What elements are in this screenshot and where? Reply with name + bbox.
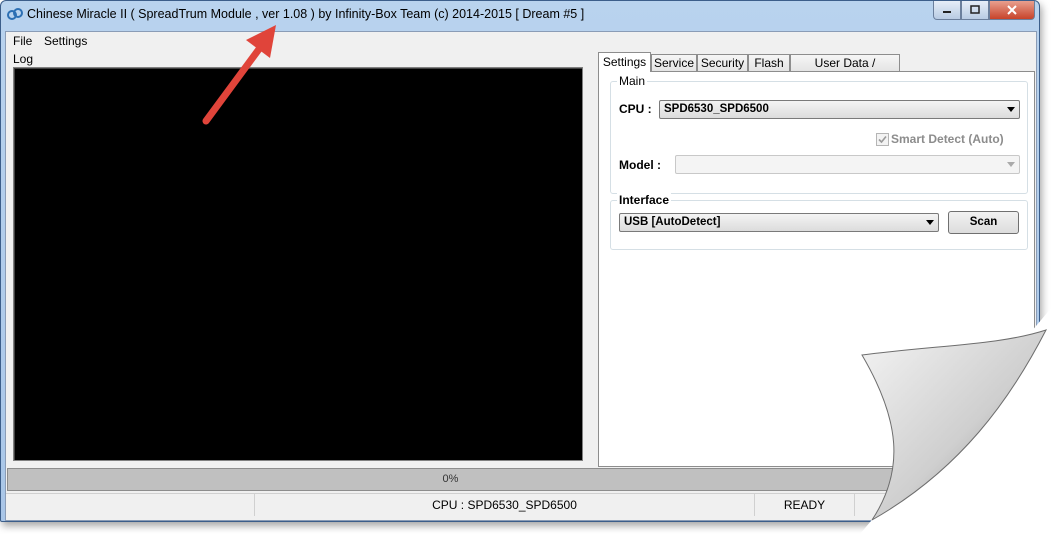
tab-settings[interactable]: Settings bbox=[598, 52, 651, 72]
annotation-arrow bbox=[202, 25, 276, 125]
